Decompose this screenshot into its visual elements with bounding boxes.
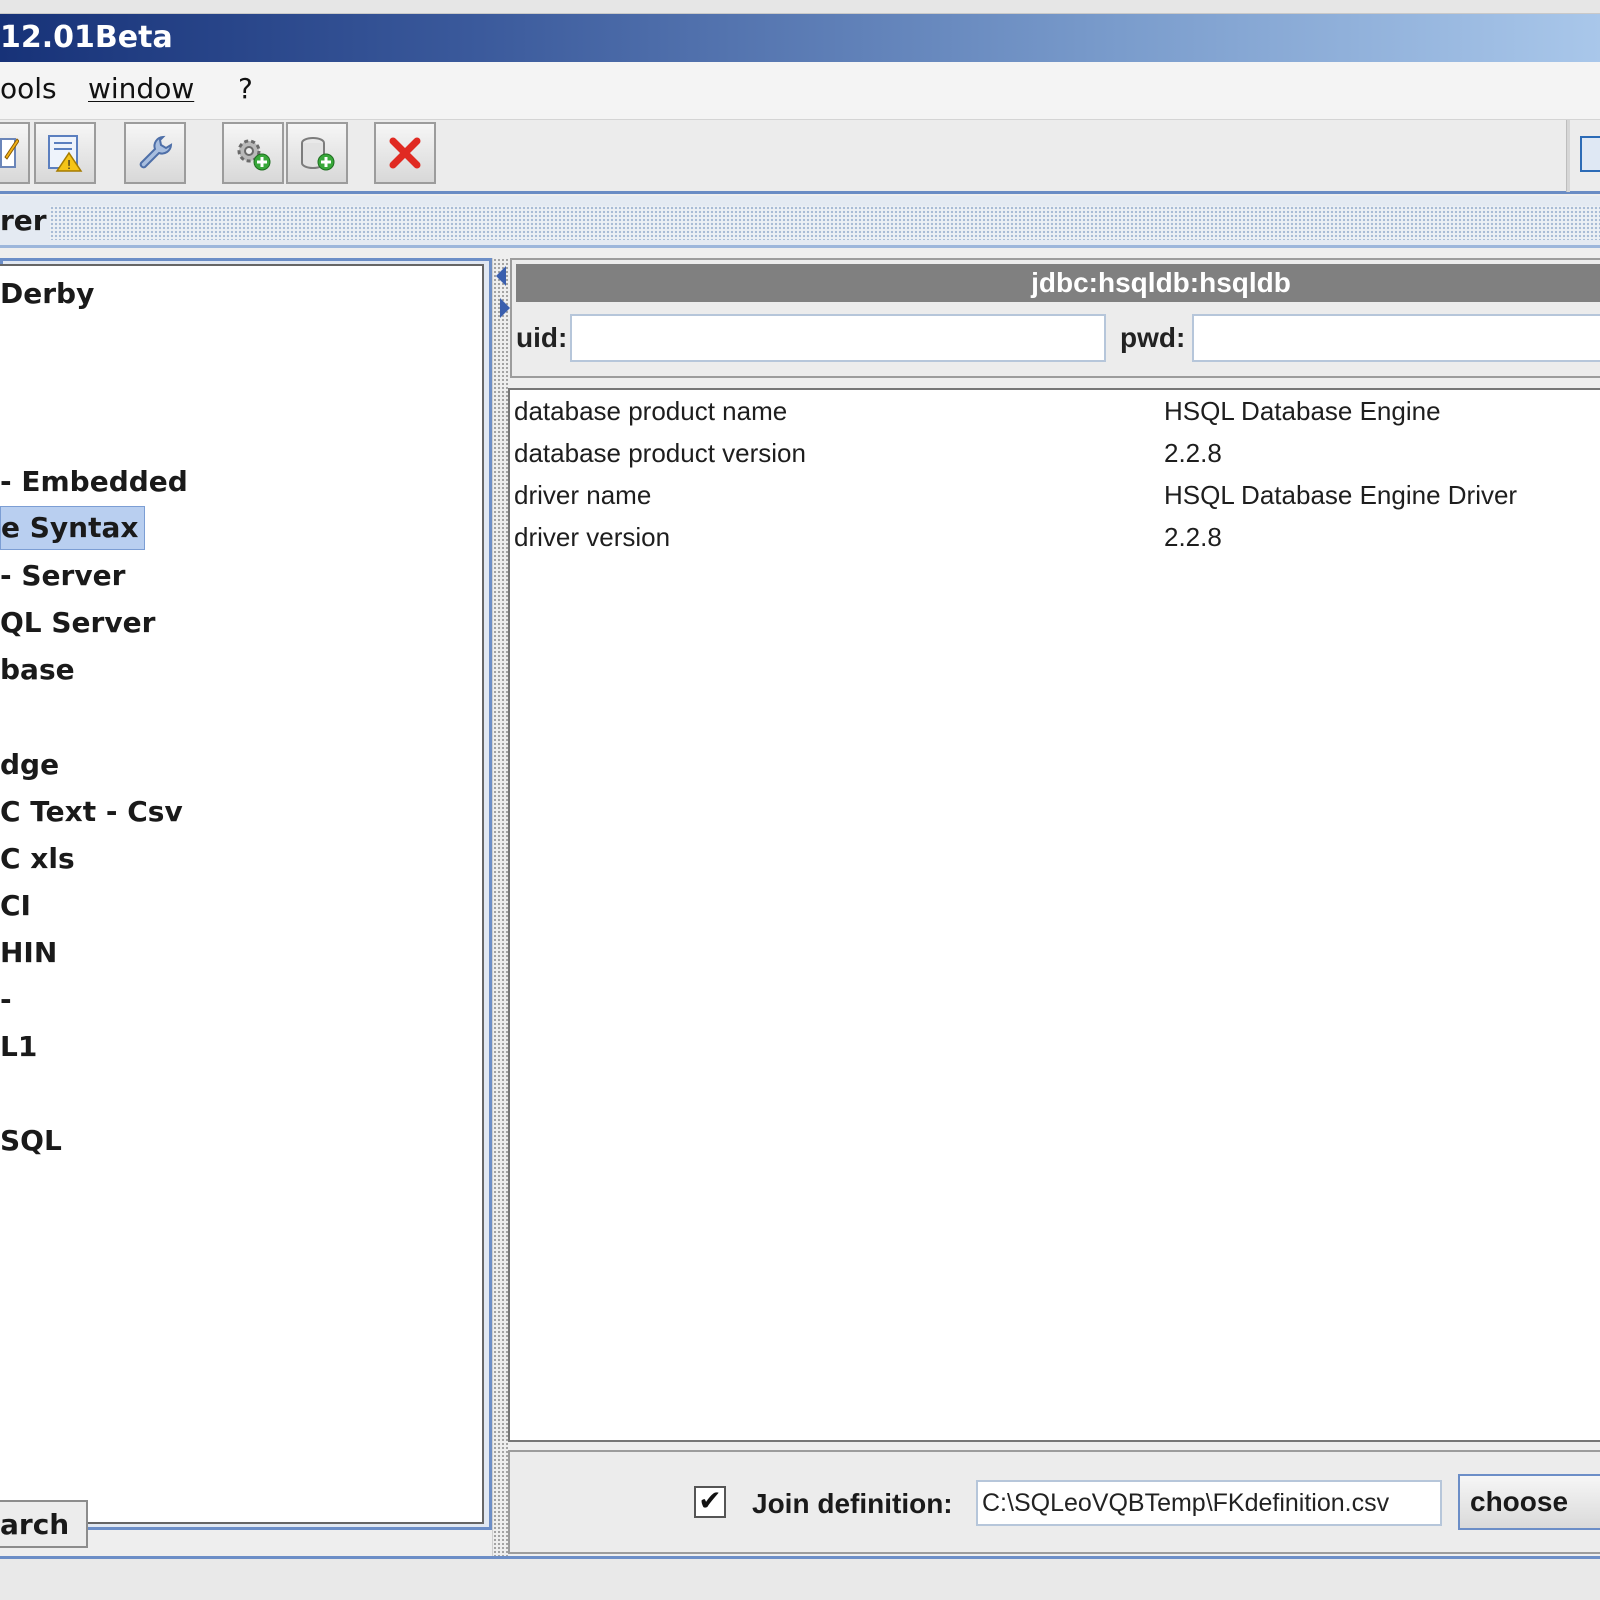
toolbar-separator xyxy=(1566,120,1570,192)
connection-url: jdbc:hsqldb:hsqldb xyxy=(1031,267,1291,298)
properties-button[interactable] xyxy=(124,122,186,184)
tree-item[interactable]: C xls xyxy=(0,839,75,879)
edit-button[interactable] xyxy=(0,122,30,184)
info-row-name: database product version xyxy=(514,438,806,468)
expand-right-arrow-icon[interactable] xyxy=(500,298,510,318)
menu-help[interactable]: ? xyxy=(238,72,253,105)
collapse-left-arrow-icon[interactable] xyxy=(496,266,506,286)
uid-label: uid: xyxy=(516,322,568,353)
panel-drag-handle[interactable] xyxy=(50,206,1600,240)
toolbar-toggle-button[interactable] xyxy=(1580,136,1600,172)
wrench-icon xyxy=(139,135,173,169)
metadata-panel xyxy=(508,388,1600,1442)
pwd-label: pwd: xyxy=(1120,322,1186,353)
tree-item[interactable]: - Server xyxy=(0,556,125,596)
search-tab-label: arch xyxy=(0,1508,70,1541)
add-datasource-button[interactable] xyxy=(286,122,348,184)
close-x-icon xyxy=(389,137,421,169)
tree-item[interactable]: HIN xyxy=(0,933,57,973)
pwd-input[interactable] xyxy=(1192,314,1600,362)
join-definition-label: Join definition: xyxy=(752,1488,953,1519)
info-row-name: driver version xyxy=(514,522,671,552)
choose-button[interactable]: choose xyxy=(1458,1474,1600,1530)
tree-item[interactable]: C Text - Csv xyxy=(0,792,183,832)
delete-button[interactable] xyxy=(374,122,436,184)
tree-item[interactable]: SQL xyxy=(0,1121,62,1161)
info-row-value: 2.2.8 xyxy=(1164,438,1222,468)
svg-text:!: ! xyxy=(67,158,72,172)
tree-item[interactable]: dge xyxy=(0,745,59,785)
info-row-value: HSQL Database Engine Driver xyxy=(1164,480,1518,510)
tree-item[interactable]: L1 xyxy=(0,1027,37,1067)
status-strip xyxy=(0,1556,1600,1600)
panel-title: rer xyxy=(0,204,47,237)
info-row-value: HSQL Database Engine xyxy=(1164,396,1441,426)
window-title: 12.01Beta xyxy=(0,20,173,55)
checkmark-icon: ✔ xyxy=(698,1484,722,1517)
driver-tree[interactable] xyxy=(0,264,484,1524)
menu-window-label: window xyxy=(88,72,195,105)
edit-icon xyxy=(0,138,19,168)
tree-item[interactable]: QL Server xyxy=(0,603,155,643)
info-row-name: database product name xyxy=(514,396,788,426)
uid-input[interactable] xyxy=(570,314,1106,362)
tree-item-selected[interactable]: e Syntax xyxy=(0,506,146,550)
database-add-icon xyxy=(301,137,335,171)
tree-item[interactable]: - xyxy=(0,980,12,1020)
window-top-edge xyxy=(0,0,1600,14)
join-definition-path-input[interactable] xyxy=(976,1480,1442,1526)
info-row-name: driver name xyxy=(514,480,652,510)
tree-item[interactable]: CI xyxy=(0,886,31,926)
title-bar xyxy=(0,14,1600,62)
tree-item[interactable]: - Embedded xyxy=(0,462,188,502)
add-driver-button[interactable] xyxy=(222,122,284,184)
warning-report-button[interactable]: ! xyxy=(34,122,96,184)
warning-report-icon: ! xyxy=(48,135,83,172)
tree-item[interactable]: Derby xyxy=(0,274,94,314)
info-row-value: 2.2.8 xyxy=(1164,522,1222,552)
settings-add-icon xyxy=(237,139,271,171)
tree-item[interactable]: base xyxy=(0,650,75,690)
menu-window[interactable]: window xyxy=(88,72,194,105)
menu-tools[interactable]: ools xyxy=(0,72,57,105)
